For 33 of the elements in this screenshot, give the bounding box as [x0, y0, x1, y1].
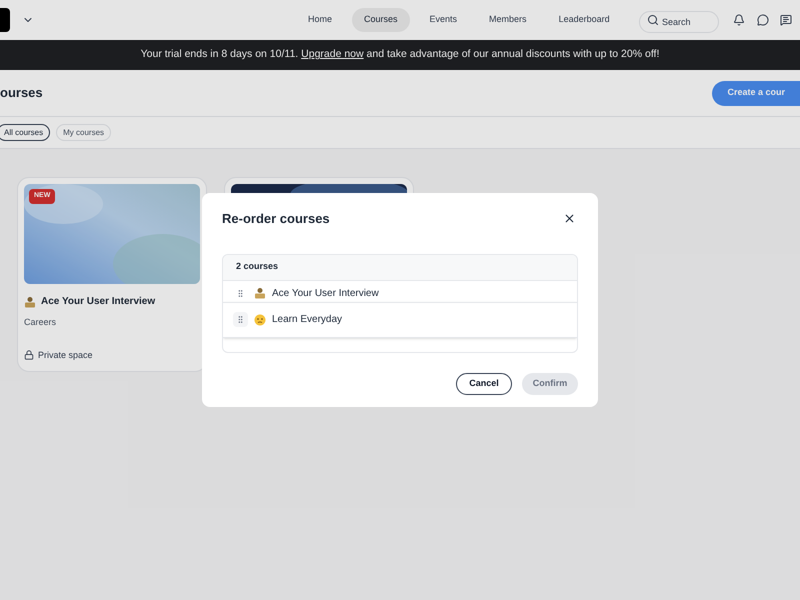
logo — [0, 8, 10, 32]
page-title: ourses — [0, 84, 43, 102]
drag-handle-icon[interactable] — [236, 288, 245, 298]
course-count: 2 courses — [236, 260, 278, 274]
cancel-button[interactable]: Cancel — [456, 372, 512, 394]
search-icon — [647, 14, 659, 26]
drag-handle-icon[interactable] — [236, 315, 245, 324]
course-row[interactable]: Ace Your User Interview — [223, 280, 577, 302]
nav-tab[interactable]: Events — [418, 8, 470, 32]
filter-chip[interactable]: My courses — [56, 124, 112, 141]
upgrade-link[interactable]: Upgrade now — [301, 48, 364, 60]
dialog-title: Re-order courses — [222, 210, 330, 228]
person-icon — [24, 296, 36, 308]
course-category: Careers — [24, 316, 58, 329]
banner-text: Your trial ends in 8 days on 10/11. Upgrade now and take advantage of our annual discounts with up to 20% off! — [140, 47, 660, 62]
nav-tab[interactable]: Leaderboard — [546, 8, 622, 32]
face-icon — [254, 314, 266, 326]
course-row[interactable]: Learn Everyday — [223, 302, 577, 338]
filter-chip[interactable]: All courses — [0, 124, 50, 141]
search-field[interactable]: Search — [639, 11, 719, 33]
person-icon — [254, 287, 266, 299]
course-title: Ace Your User Interview — [41, 295, 156, 309]
course-name: Ace Your User Interview — [272, 286, 379, 300]
nav-tab[interactable]: Members — [477, 8, 539, 32]
nav-tab[interactable]: Home — [296, 8, 344, 32]
course-name: Learn Everyday — [272, 313, 342, 327]
nav-tab[interactable]: Courses — [352, 8, 410, 32]
lock-icon — [24, 350, 34, 360]
messages-icon[interactable] — [780, 14, 792, 26]
bell-icon[interactable] — [733, 14, 745, 26]
visibility-label: Private space — [38, 348, 93, 362]
close-icon — [563, 212, 576, 226]
chat-icon[interactable] — [757, 14, 769, 26]
